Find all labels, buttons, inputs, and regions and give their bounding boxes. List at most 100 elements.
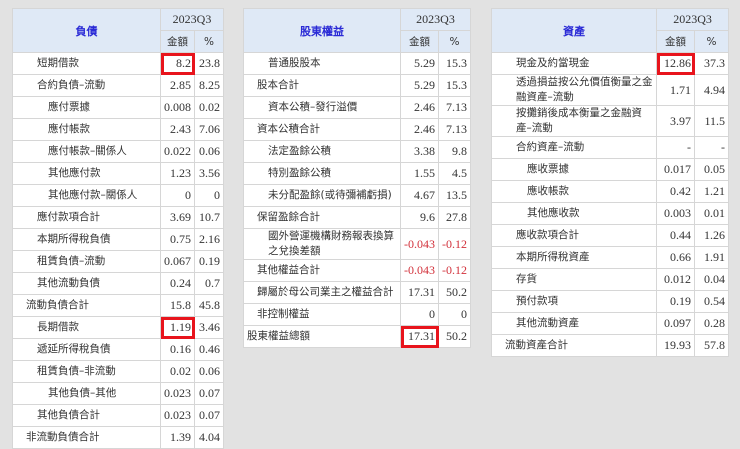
pct-cell: 3.46 [194,316,224,339]
row-label: 非控制權益 [243,303,401,326]
table-row: 現金及約當現金 12.86 37.3 [490,52,729,75]
table-row: 存貨 0.012 0.04 [490,268,729,291]
liabilities-title[interactable]: 負債 [11,8,162,53]
equity-title[interactable]: 股東權益 [243,8,401,53]
table-row: 短期借款 8.2 23.8 [11,52,224,75]
table-row: 其他流動負債 0.24 0.7 [11,272,224,295]
assets-table: 資產 2023Q3 金額 % 現金及約當現金 12.86 37.3 透過損益按公允價值… [490,8,729,357]
row-label: 應付帳款–關係人 [11,140,162,163]
pct-cell: 50.2 [438,325,471,348]
row-label: 長期借款 [11,316,162,339]
row-label: 資本公積合計 [243,118,401,141]
row-label: 股本合計 [243,74,401,97]
row-label: 透過損益按公允價值衡量之金融資產–流動 [490,74,658,106]
pct-cell: 0.46 [194,338,224,361]
assets-title[interactable]: 資產 [490,8,658,53]
pct-cell: 8.25 [194,74,224,97]
row-label: 現金及約當現金 [490,52,658,75]
row-label: 租賃負債–流動 [11,250,162,273]
pct-cell: 0.01 [694,202,729,225]
amount-cell: - [656,136,696,159]
row-label: 合約資產–流動 [490,136,658,159]
row-label: 普通股股本 [243,52,401,75]
row-label: 按攤銷後成本衡量之金融資產–流動 [490,105,658,137]
table-row: 未分配盈餘(或待彌補虧損) 4.67 13.5 [243,184,471,207]
row-label: 其他應收款 [490,202,658,225]
pct-cell: 10.7 [194,206,224,229]
row-label: 遞延所得稅負債 [11,338,162,361]
table-row: 預付款項 0.19 0.54 [490,290,729,313]
amount-cell: 5.29 [400,74,439,97]
table-row: 遞延所得稅負債 0.16 0.46 [11,338,224,361]
row-label: 其他應付款 [11,162,162,185]
pct-cell: 45.8 [194,294,224,317]
row-label: 其他流動負債 [11,272,162,295]
table-row: 長期借款 1.19 3.46 [11,316,224,339]
amount-cell: 2.46 [400,118,439,141]
table-row: 非控制權益 0 0 [243,303,471,326]
highlighted-amount-cell: 17.31 [400,325,439,348]
pct-cell: 0 [438,303,471,326]
row-label: 短期借款 [11,52,162,75]
amount-cell: 19.93 [656,334,696,357]
amount-cell: 0 [160,184,196,207]
table-row: 其他負債–其他 0.023 0.07 [11,382,224,405]
row-label: 應付款項合計 [11,206,162,229]
row-label: 租賃負債–非流動 [11,360,162,383]
pct-cell: 7.13 [438,118,471,141]
row-label: 存貨 [490,268,658,291]
pct-cell: 4.94 [694,74,729,106]
table-row: 透過損益按公允價值衡量之金融資產–流動 1.71 4.94 [490,74,729,106]
amount-cell: 3.69 [160,206,196,229]
row-label: 應付帳款 [11,118,162,141]
pct-cell: 1.26 [694,224,729,247]
amount-cell: 15.8 [160,294,196,317]
table-row: 其他流動資產 0.097 0.28 [490,312,729,335]
amount-cell: 17.31 [400,281,439,304]
pct-cell: 15.3 [438,74,471,97]
amount-cell: 0.75 [160,228,196,251]
table-row: 應付帳款 2.43 7.06 [11,118,224,141]
pct-cell: 1.91 [694,246,729,269]
table-row: 其他負債合計 0.023 0.07 [11,404,224,427]
period-header: 2023Q3 [400,8,471,31]
table-row: 應收帳款 0.42 1.21 [490,180,729,203]
table-row: 合約負債–流動 2.85 8.25 [11,74,224,97]
row-label: 國外營運機構財務報表換算之兌換差額 [243,228,401,260]
table-row: 法定盈餘公積 3.38 9.8 [243,140,471,163]
pct-cell: 57.8 [694,334,729,357]
row-label: 本期所得稅負債 [11,228,162,251]
amount-cell: 0.022 [160,140,196,163]
pct-cell: 0.54 [694,290,729,313]
table-row: 應收款項合計 0.44 1.26 [490,224,729,247]
row-label: 合約負債–流動 [11,74,162,97]
liabilities-table: 負債 2023Q3 金額 % 短期借款 8.2 23.8 合約負債–流動 2.85 8.2… [11,8,224,449]
table-row: 合約資產–流動 - - [490,136,729,159]
row-label: 預付款項 [490,290,658,313]
table-row: 流動資產合計 19.93 57.8 [490,334,729,357]
row-label: 其他流動資產 [490,312,658,335]
pct-header: % [438,30,471,53]
table-row: 租賃負債–流動 0.067 0.19 [11,250,224,273]
table-row: 其他應收款 0.003 0.01 [490,202,729,225]
amount-cell: 3.38 [400,140,439,163]
pct-cell: -0.12 [438,259,471,282]
pct-cell: 0 [194,184,224,207]
pct-cell: 0.7 [194,272,224,295]
amount-cell: 1.71 [656,74,696,106]
table-row: 國外營運機構財務報表換算之兌換差額 -0.043 -0.12 [243,228,471,260]
pct-cell: 11.5 [694,105,729,137]
row-label: 法定盈餘公積 [243,140,401,163]
amount-cell: -0.043 [400,228,439,260]
row-label: 流動負債合計 [11,294,162,317]
amount-cell: 1.55 [400,162,439,185]
amount-cell: 0.42 [656,180,696,203]
amount-header: 金額 [400,30,439,53]
row-label: 其他應付款–關係人 [11,184,162,207]
pct-cell: 0.28 [694,312,729,335]
amount-cell: 5.29 [400,52,439,75]
pct-header: % [194,30,224,53]
pct-cell: 9.8 [438,140,471,163]
amount-cell: 0.067 [160,250,196,273]
amount-cell: 0.008 [160,96,196,119]
